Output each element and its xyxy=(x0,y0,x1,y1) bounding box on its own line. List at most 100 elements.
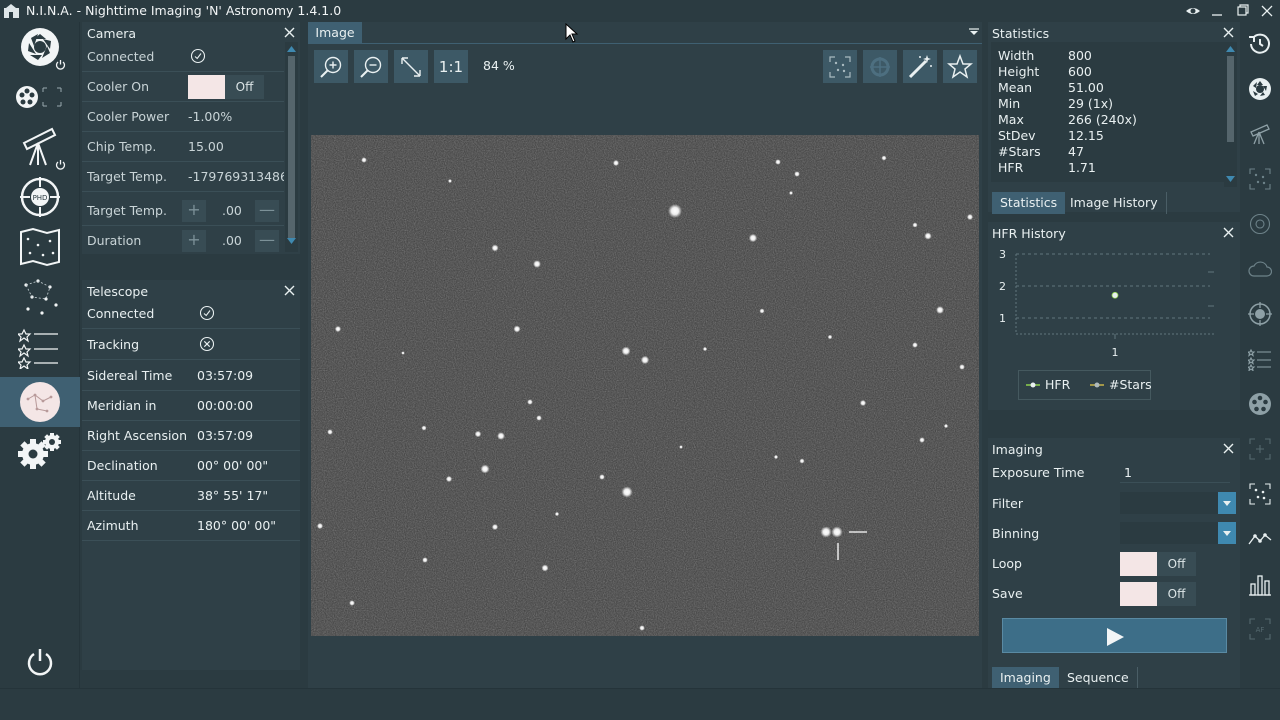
close-icon[interactable] xyxy=(1222,442,1235,455)
nav-sequence-button[interactable] xyxy=(0,322,80,372)
scroll-down-icon[interactable] xyxy=(1226,176,1235,182)
crosshair-button[interactable] xyxy=(863,50,897,83)
tool-autofocus-button[interactable]: AF xyxy=(1240,607,1280,651)
stat-label: Min xyxy=(998,96,1021,111)
tool-filterwheel-button[interactable] xyxy=(1240,382,1280,426)
target-temp-input[interactable]: .00 xyxy=(222,203,242,218)
tool-crosshair-button[interactable] xyxy=(1240,427,1280,471)
binning-select[interactable] xyxy=(1120,522,1236,544)
captured-image[interactable] xyxy=(311,135,979,636)
scroll-thumb[interactable] xyxy=(288,56,295,238)
close-icon[interactable] xyxy=(1222,26,1235,39)
camera-info-list: Connected Cooler On Off Cooler Power -1.… xyxy=(82,42,284,254)
camera-duration-row: Duration + .00 — xyxy=(82,226,284,254)
skyatlas-icon xyxy=(20,382,60,422)
tab-imaging[interactable]: Imaging xyxy=(992,667,1059,689)
star xyxy=(401,351,405,355)
tab-statistics[interactable]: Statistics xyxy=(992,192,1066,214)
duration-input[interactable]: .00 xyxy=(222,233,242,248)
tool-weather-button[interactable] xyxy=(1240,247,1280,291)
hfr-history-chart: 3 2 1 1 xyxy=(999,248,1214,359)
tab-image-history[interactable]: Image History xyxy=(1062,192,1167,214)
binning-dropdown-button[interactable] xyxy=(1218,522,1236,544)
tool-telescope-button[interactable] xyxy=(1240,112,1280,156)
row-value: 00:00:00 xyxy=(197,398,254,413)
statistics-panel-title: Statistics xyxy=(992,26,1050,41)
close-icon[interactable] xyxy=(283,26,296,39)
nav-settings-button[interactable] xyxy=(0,427,80,477)
nav-skyatlas-button[interactable] xyxy=(0,377,80,427)
save-toggle[interactable]: Off xyxy=(1120,582,1196,606)
fit-to-window-button[interactable] xyxy=(394,50,428,83)
star-icon xyxy=(947,53,973,79)
tab-sequence[interactable]: Sequence xyxy=(1059,667,1138,689)
stat-row: StDev 12.15 xyxy=(991,128,1221,144)
tool-stars-button[interactable] xyxy=(1240,472,1280,516)
maximize-icon[interactable] xyxy=(1233,2,1251,20)
increase-button[interactable]: + xyxy=(182,200,206,222)
stat-value: 1.71 xyxy=(1068,160,1096,175)
scroll-up-icon[interactable] xyxy=(287,46,296,52)
scroll-down-icon[interactable] xyxy=(287,238,296,244)
detect-stars-button[interactable] xyxy=(823,50,857,83)
nav-camera-button[interactable] xyxy=(0,22,80,72)
camera-cooler-row: Cooler On Off xyxy=(82,72,284,102)
zoom-in-button[interactable] xyxy=(314,50,348,83)
start-capture-button[interactable] xyxy=(1002,618,1227,653)
nav-telescope-button[interactable] xyxy=(0,122,80,172)
toggle-switch xyxy=(1120,582,1157,606)
filterwheel-icon xyxy=(16,86,62,108)
exit-button[interactable] xyxy=(0,636,80,686)
annotate-stars-button[interactable] xyxy=(943,50,977,83)
auto-stretch-button[interactable] xyxy=(903,50,937,83)
row-label: Altitude xyxy=(87,488,136,503)
tool-hfr-graph-button[interactable] xyxy=(1240,517,1280,561)
star xyxy=(491,523,499,531)
camera-connected-row: Connected xyxy=(82,42,284,72)
nav-guider-button[interactable]: PHD xyxy=(0,172,80,222)
filter-select[interactable] xyxy=(1120,492,1236,514)
panel-menu-icon[interactable] xyxy=(969,28,979,36)
scroll-thumb[interactable] xyxy=(1227,56,1234,142)
tool-sequence-button[interactable] xyxy=(1240,337,1280,381)
close-icon[interactable] xyxy=(1222,226,1235,239)
filter-dropdown-button[interactable] xyxy=(1218,492,1236,514)
nav-framing-button[interactable] xyxy=(0,222,80,272)
star-field-image xyxy=(311,135,979,636)
magic-wand-icon xyxy=(908,54,932,78)
statistics-scrollbar[interactable] xyxy=(1224,42,1237,187)
zoom-out-button[interactable] xyxy=(354,50,388,83)
decrease-button[interactable]: — xyxy=(255,230,279,252)
star xyxy=(831,526,843,538)
stat-value: 12.15 xyxy=(1068,128,1104,143)
tool-focuser-button[interactable] xyxy=(1240,202,1280,246)
star xyxy=(621,486,633,498)
star xyxy=(640,355,650,365)
sequence-icon xyxy=(1248,348,1271,371)
tool-history-button[interactable] xyxy=(1240,22,1280,66)
tool-histogram-button[interactable] xyxy=(1240,562,1280,606)
minimize-icon[interactable] xyxy=(1208,2,1226,20)
eye-icon[interactable] xyxy=(1184,2,1202,20)
nav-filterwheel-button[interactable] xyxy=(0,72,80,122)
loop-toggle[interactable]: Off xyxy=(1120,552,1196,576)
camera-scrollbar[interactable] xyxy=(285,42,298,252)
nav-platesolve-button[interactable] xyxy=(0,272,80,322)
zoom-one-to-one-button[interactable]: 1:1 xyxy=(434,50,468,83)
tool-starfield-button[interactable] xyxy=(1240,157,1280,201)
cooler-toggle[interactable]: Off xyxy=(188,75,264,99)
star xyxy=(448,179,452,183)
expand-diagonal-icon xyxy=(401,56,421,77)
star xyxy=(859,399,867,407)
title-bar: N.I.N.A. - Nighttime Imaging 'N' Astrono… xyxy=(0,0,1280,22)
tool-guider-button[interactable] xyxy=(1240,292,1280,336)
increase-button[interactable]: + xyxy=(182,230,206,252)
close-icon[interactable] xyxy=(283,284,296,297)
close-window-icon[interactable] xyxy=(1258,2,1276,20)
decrease-button[interactable]: — xyxy=(255,200,279,222)
tab-image[interactable]: Image xyxy=(308,22,362,43)
exposure-time-input[interactable]: 1 xyxy=(1120,461,1230,483)
scroll-up-icon[interactable] xyxy=(1226,46,1235,52)
row-label: Tracking xyxy=(87,337,140,352)
tool-camera-button[interactable] xyxy=(1240,67,1280,111)
